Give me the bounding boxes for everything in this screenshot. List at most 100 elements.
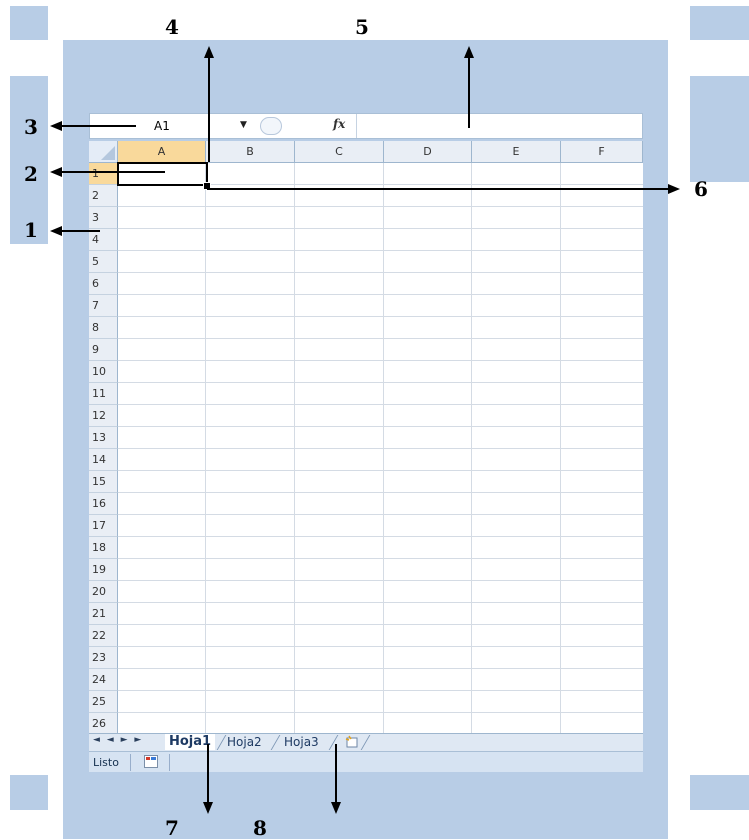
- callout-6: 6: [694, 177, 708, 201]
- row-gridline: [118, 712, 643, 713]
- column-gridline: [471, 163, 472, 733]
- row-header-18[interactable]: 18: [89, 537, 118, 559]
- row-header-14[interactable]: 14: [89, 449, 118, 471]
- formula-bar-expand-handle[interactable]: [260, 117, 282, 135]
- row-header-5[interactable]: 5: [89, 251, 118, 273]
- row-header-24[interactable]: 24: [89, 669, 118, 691]
- row-gridline: [118, 514, 643, 515]
- active-cell-a1[interactable]: [117, 162, 208, 186]
- arrow-3-head: [50, 121, 62, 131]
- row-gridline: [118, 668, 643, 669]
- row-gridline: [118, 536, 643, 537]
- select-all-triangle-icon: [101, 146, 115, 160]
- column-gridline: [205, 163, 206, 733]
- row-gridline: [118, 294, 643, 295]
- formula-bar: A1 ▼ fx: [89, 113, 643, 139]
- callout-5: 5: [355, 15, 369, 39]
- status-separator: [169, 754, 170, 771]
- column-gridline: [383, 163, 384, 733]
- row-header-11[interactable]: 11: [89, 383, 118, 405]
- insert-function-icon[interactable]: fx: [333, 117, 345, 131]
- row-header-15[interactable]: 15: [89, 471, 118, 493]
- row-gridline: [118, 404, 643, 405]
- sheet-nav-buttons[interactable]: ◄ ◄ ► ►: [93, 735, 143, 745]
- column-gridline: [560, 163, 561, 733]
- row-header-26[interactable]: 26: [89, 713, 118, 733]
- row-gridline: [118, 580, 643, 581]
- row-gridline: [118, 448, 643, 449]
- formula-bar-separator: [356, 114, 357, 138]
- row-header-17[interactable]: 17: [89, 515, 118, 537]
- row-header-22[interactable]: 22: [89, 625, 118, 647]
- column-header-a[interactable]: A: [118, 141, 206, 163]
- row-header-19[interactable]: 19: [89, 559, 118, 581]
- record-macro-icon[interactable]: [144, 755, 158, 768]
- row-gridline: [118, 250, 643, 251]
- sheet-tab-bar: ◄ ◄ ► ► Hoja1 Hoja2 Hoja3: [89, 733, 643, 751]
- row-gridline: [118, 558, 643, 559]
- tab-hoja3[interactable]: Hoja3: [284, 734, 319, 750]
- tab-separator: [360, 735, 371, 750]
- row-gridline: [118, 272, 643, 273]
- frame-bottom-left-block: [10, 775, 48, 810]
- row-header-6[interactable]: 6: [89, 273, 118, 295]
- row-gridline: [118, 382, 643, 383]
- worksheet-grid[interactable]: ABCDEF 1 2 3 4 5 6 7 8 9 10 11 12 13 14 15 16 17 18 19 20 21…: [89, 141, 643, 733]
- name-box-dropdown-icon[interactable]: ▼: [240, 120, 247, 130]
- row-header-4[interactable]: 4: [89, 229, 118, 251]
- column-gridline: [294, 163, 295, 733]
- callout-4: 4: [165, 15, 179, 39]
- select-all-button[interactable]: [89, 141, 118, 163]
- tab-separator: [328, 735, 339, 750]
- arrow-1-head: [50, 226, 62, 236]
- row-gridline: [118, 316, 643, 317]
- row-gridline: [118, 426, 643, 427]
- row-header-20[interactable]: 20: [89, 581, 118, 603]
- row-header-12[interactable]: 12: [89, 405, 118, 427]
- column-header-c[interactable]: C: [295, 141, 384, 163]
- tab-separator: [216, 735, 227, 750]
- row-header-10[interactable]: 10: [89, 361, 118, 383]
- row-header-3[interactable]: 3: [89, 207, 118, 229]
- arrow-6-head: [668, 184, 680, 194]
- insert-sheet-icon[interactable]: [345, 735, 359, 748]
- row-header-16[interactable]: 16: [89, 493, 118, 515]
- column-header-e[interactable]: E: [472, 141, 561, 163]
- name-box[interactable]: A1 ▼: [90, 114, 252, 138]
- name-box-value: A1: [154, 119, 170, 133]
- tab-hoja2[interactable]: Hoja2: [227, 734, 262, 750]
- callout-8: 8: [253, 816, 267, 840]
- fill-handle[interactable]: [203, 182, 211, 190]
- row-header-7[interactable]: 7: [89, 295, 118, 317]
- arrow-2-head: [50, 167, 62, 177]
- callout-2: 2: [24, 162, 38, 186]
- formula-input[interactable]: [362, 119, 632, 135]
- row-header-25[interactable]: 25: [89, 691, 118, 713]
- row-header-9[interactable]: 9: [89, 339, 118, 361]
- frame-bottom-right-block: [690, 775, 749, 810]
- row-header-21[interactable]: 21: [89, 603, 118, 625]
- tab-hoja1[interactable]: Hoja1: [165, 734, 216, 750]
- row-gridline: [118, 646, 643, 647]
- status-bar: Listo: [89, 751, 643, 772]
- frame-right-block: [690, 76, 749, 182]
- callout-3: 3: [24, 115, 38, 139]
- row-gridline: [118, 206, 643, 207]
- frame-top-right-block: [690, 6, 749, 40]
- column-header-d[interactable]: D: [384, 141, 472, 163]
- tab-separator: [270, 735, 281, 750]
- row-gridline: [118, 228, 643, 229]
- callout-1: 1: [24, 218, 38, 242]
- row-header-8[interactable]: 8: [89, 317, 118, 339]
- row-gridline: [118, 338, 643, 339]
- frame-top-left-block: [10, 6, 48, 40]
- row-gridline: [118, 492, 643, 493]
- row-header-23[interactable]: 23: [89, 647, 118, 669]
- column-header-b[interactable]: B: [206, 141, 295, 163]
- row-gridline: [118, 690, 643, 691]
- row-header-2[interactable]: 2: [89, 185, 118, 207]
- row-header-13[interactable]: 13: [89, 427, 118, 449]
- row-gridline: [118, 470, 643, 471]
- column-header-f[interactable]: F: [561, 141, 643, 163]
- row-header-1[interactable]: 1: [89, 163, 118, 185]
